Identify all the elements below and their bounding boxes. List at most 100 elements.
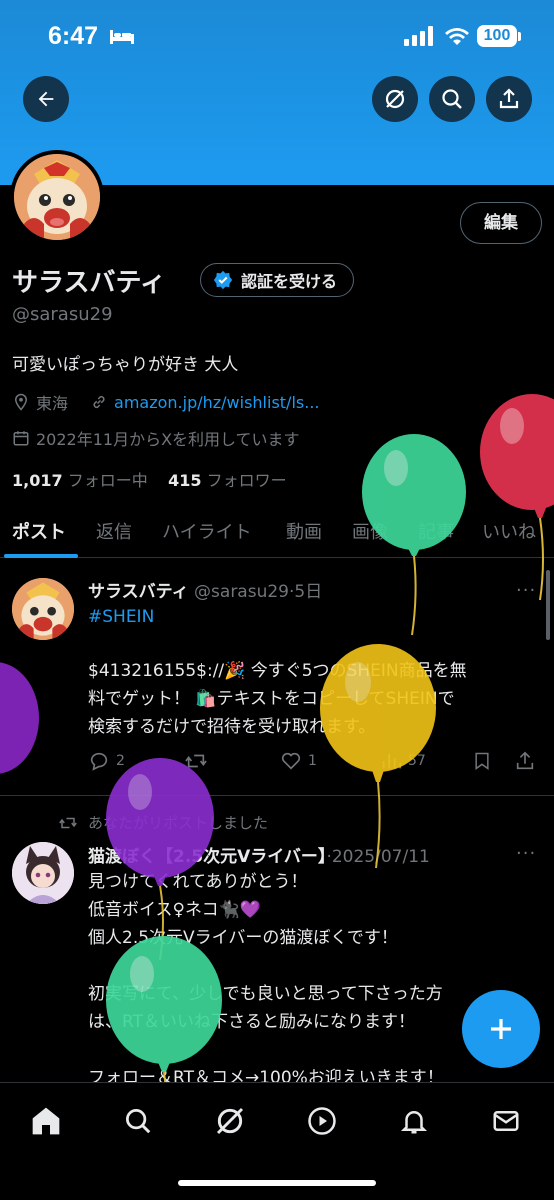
tab-posts[interactable]: ポスト <box>12 518 66 544</box>
post-time: 2025/07/11 <box>331 847 430 867</box>
followers-link[interactable]: 415 フォロワー <box>168 471 287 490</box>
post-hashtag[interactable]: #SHEIN <box>88 603 467 631</box>
battery-tip <box>518 32 521 41</box>
views-count: 57 <box>408 753 426 769</box>
nav-notifications[interactable] <box>396 1103 432 1139</box>
reply-count: 2 <box>116 753 125 769</box>
repost-label: あなたがリポストしました <box>88 814 269 832</box>
post-more-button[interactable]: ··· <box>516 843 536 864</box>
post-line: $413216155$://🎉 今すぐ5つのSHEIN商品を無 <box>88 661 467 681</box>
search-icon <box>442 89 462 109</box>
repost-icon <box>59 817 77 828</box>
post-body: #SHEIN $413216155$://🎉 今すぐ5つのSHEIN商品を無 料… <box>88 603 467 741</box>
verified-badge-icon <box>213 270 233 290</box>
post-line: 初実写にて、少しでも良いと思って下さった方 <box>88 984 443 1004</box>
followers-count: 415 <box>168 471 202 490</box>
post-divider <box>0 795 554 796</box>
profile-avatar[interactable] <box>10 150 104 244</box>
post-more-button[interactable]: ··· <box>516 580 536 601</box>
repost-context: あなたがリポストしました <box>58 812 268 833</box>
post-author-handle: @sarasu29 <box>194 582 289 602</box>
post-avatar[interactable] <box>12 842 74 904</box>
following-label: フォロー中 <box>67 471 148 490</box>
profile-bio: 可愛いぽっちゃりが好き 大人 <box>12 355 239 375</box>
post-line: 低音ボイス♀ネコ🐈‍⬛💜 <box>88 900 261 920</box>
nav-grok[interactable] <box>212 1103 248 1139</box>
bookmark-action[interactable] <box>472 750 492 772</box>
share-icon <box>499 88 519 109</box>
get-verified-button[interactable]: 認証を受ける <box>200 263 355 297</box>
like-icon <box>281 752 301 770</box>
wifi-icon <box>445 28 469 45</box>
home-indicator <box>178 1180 376 1186</box>
views-action[interactable]: 57 <box>380 750 426 772</box>
avatar-character-image <box>12 578 74 640</box>
profile-location: 東海 <box>36 394 69 413</box>
bell-icon <box>400 1111 428 1134</box>
nav-search[interactable] <box>120 1103 156 1139</box>
search-icon <box>126 1109 151 1134</box>
tab-images[interactable]: 画像 <box>352 518 388 544</box>
balloon-red <box>480 394 554 601</box>
profile-tabs: ポスト 返信 ハイライト 動画 画像 記事 いいね <box>0 512 554 558</box>
post-header: サラスバティ @sarasu29·5日 <box>88 577 322 602</box>
cellular-signal-icon <box>404 26 433 46</box>
like-count: 1 <box>308 753 317 769</box>
profile-name: サラスバティ <box>12 268 166 298</box>
following-count: 1,017 <box>12 471 63 490</box>
active-tab-indicator <box>4 554 78 558</box>
bookmark-icon <box>475 752 489 770</box>
balloon-purple-left <box>0 662 39 774</box>
post-header: 猫渡ぼく【2.5次元Vライバー】·2025/07/11 <box>88 842 430 867</box>
nav-home[interactable] <box>28 1103 64 1139</box>
calendar-icon <box>13 431 29 446</box>
post-share-action[interactable] <box>514 750 536 772</box>
sleep-mode-icon <box>110 30 134 44</box>
post-body: 見つけてくれてありがとう！ 低音ボイス♀ネコ🐈‍⬛💜 個人2.5次元Vライバーの… <box>88 868 444 1092</box>
following-link[interactable]: 1,017 フォロー中 <box>12 471 148 490</box>
repost-action[interactable] <box>184 750 208 772</box>
status-bar: 6:47 100 <box>0 0 554 74</box>
post-line: 個人2.5次元Vライバーの猫渡ぼくです！ <box>88 928 398 948</box>
grok-icon <box>385 89 405 109</box>
scrollbar[interactable] <box>546 570 550 640</box>
tab-highlights[interactable]: ハイライト <box>162 518 252 544</box>
reply-icon <box>90 752 108 771</box>
post-line: は、RT＆いいね下さると励みになります！ <box>88 1012 415 1032</box>
edit-profile-button[interactable]: 編集 <box>460 202 542 244</box>
post-line: 検索するだけで招待を受け取れます。 <box>88 717 376 737</box>
back-arrow-icon <box>38 91 54 107</box>
post-author-name[interactable]: サラスバティ <box>88 582 189 602</box>
link-icon <box>93 395 105 409</box>
grok-icon <box>216 1107 244 1135</box>
back-button[interactable] <box>23 76 69 122</box>
nav-video[interactable] <box>304 1103 340 1139</box>
profile-link[interactable]: amazon.jp/hz/wishlist/ls... <box>114 393 319 412</box>
profile-joined-row: 2022年11月からXを利用しています <box>12 426 300 450</box>
tab-likes[interactable]: いいね <box>482 518 536 544</box>
search-button[interactable] <box>429 76 475 122</box>
nav-messages[interactable] <box>488 1103 524 1139</box>
share-icon <box>516 751 534 770</box>
post-author-name[interactable]: 猫渡ぼく【2.5次元Vライバー】 <box>88 847 326 867</box>
home-icon <box>32 1107 60 1135</box>
reply-action[interactable]: 2 <box>88 750 125 772</box>
mail-icon <box>493 1111 519 1131</box>
tab-replies[interactable]: 返信 <box>96 518 132 544</box>
like-action[interactable]: 1 <box>280 750 317 772</box>
profile-joined: 2022年11月からXを利用しています <box>36 430 300 449</box>
get-verified-label: 認証を受ける <box>241 272 338 291</box>
location-icon <box>14 393 28 411</box>
grok-button[interactable] <box>372 76 418 122</box>
post-avatar[interactable] <box>12 578 74 640</box>
post-time: 5日 <box>294 582 323 602</box>
post-line: 料でゲット！ 🛍️テキストをコピーしてSHEINで <box>88 689 455 709</box>
tab-articles[interactable]: 記事 <box>418 518 454 544</box>
tab-videos[interactable]: 動画 <box>286 518 322 544</box>
share-button[interactable] <box>486 76 532 122</box>
followers-label: フォロワー <box>206 471 287 490</box>
avatar-vtuber-image <box>12 842 74 904</box>
compose-post-button[interactable] <box>462 990 540 1068</box>
post-line: 見つけてくれてありがとう！ <box>88 872 308 892</box>
avatar-character-image <box>14 154 100 240</box>
